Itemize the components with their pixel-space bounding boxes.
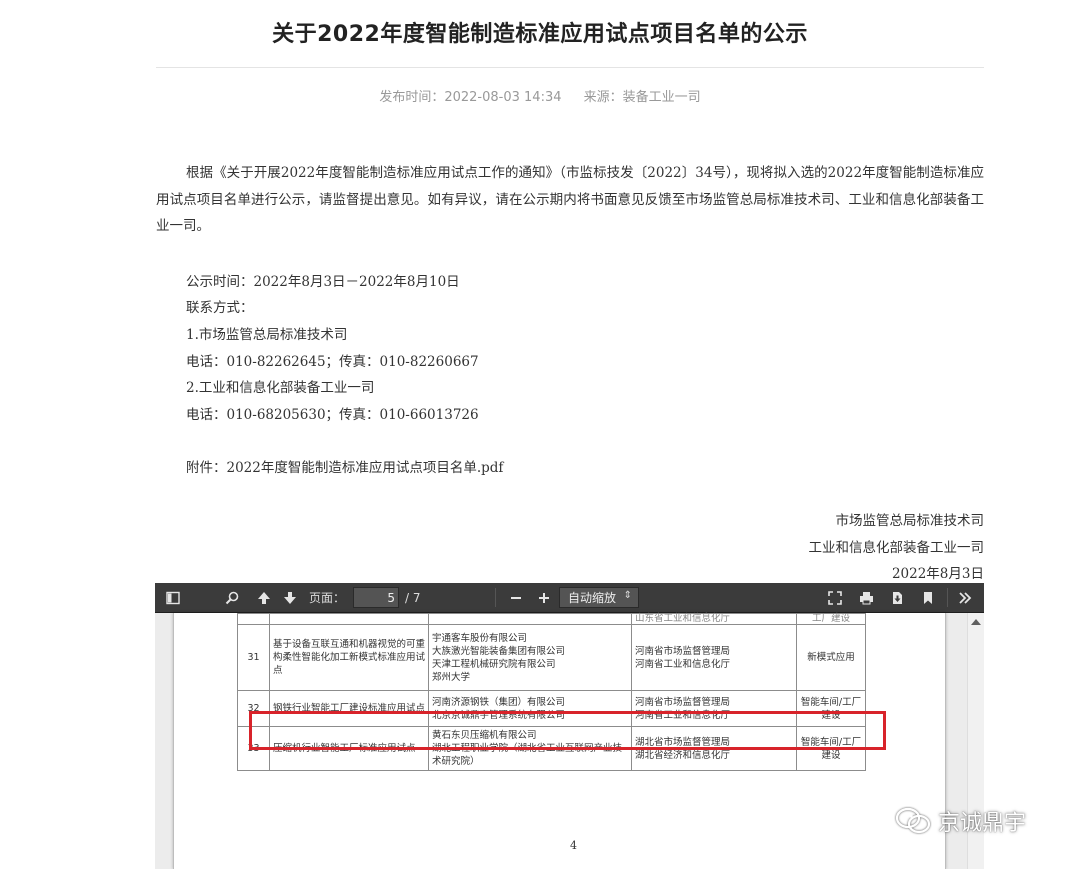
print-icon[interactable] — [855, 583, 877, 612]
table-cell: 工厂建设 — [796, 613, 866, 625]
contact-1-phone: 电话：010-82262645；传真：010-82260667 — [186, 354, 479, 370]
toolbar-divider — [947, 588, 948, 607]
org-item: 河南济源钢铁（集团）有限公司 — [432, 696, 566, 708]
page-total: / 7 — [405, 590, 421, 605]
article-meta: 发布时间：2022-08-03 14:34 来源：装备工业一司 — [0, 86, 1080, 105]
org-item: 大族激光智能装备集团有限公司 — [432, 645, 566, 657]
table-cell — [428, 613, 632, 625]
chevron-updown-icon: ⇕ — [623, 590, 632, 601]
intro-paragraph: 根据《关于开展2022年度智能制造标准应用试点工作的通知》（市监标技发〔2022… — [156, 165, 984, 234]
signature-dept-1: 市场监管总局标准技术司 — [835, 513, 985, 529]
table-row: 山东省工业和信息化厅 工厂建设 — [237, 613, 866, 625]
minus-icon[interactable] — [505, 583, 527, 612]
contact-1-name: 1.市场监管总局标准技术司 — [186, 327, 348, 343]
signature-date: 2022年8月3日 — [891, 566, 984, 582]
download-icon[interactable] — [886, 583, 908, 612]
project-name: 基于设备互联互通和机器视觉的可重构柔性智能化加工新模式标准应用试点 — [269, 624, 429, 691]
table-cell — [269, 613, 429, 625]
table-cell — [237, 613, 270, 625]
org-list: 宇通客车股份有限公司 大族激光智能装备集团有限公司 天津工程机械研究院有限公司 … — [428, 624, 632, 691]
article-source: 来源：装备工业一司 — [583, 90, 701, 105]
table-cell: 山东省工业和信息化厅 — [631, 613, 797, 625]
table-row: 31 基于设备互联互通和机器视觉的可重构柔性智能化加工新模式标准应用试点 宇通客… — [237, 624, 866, 691]
pdf-page-number: 4 — [570, 839, 577, 852]
authority-item: 河南省工业和信息化厅 — [635, 658, 731, 670]
double-chevron-right-icon[interactable] — [954, 583, 976, 612]
notice-period: 公示时间：2022年8月3日－2022年8月10日 — [186, 274, 460, 290]
scroll-up-arrow-icon[interactable] — [971, 619, 981, 625]
pilot-type: 新模式应用 — [796, 624, 866, 691]
org-item: 宇通客车股份有限公司 — [432, 632, 528, 644]
contact-2-name: 2.工业和信息化部装备工业一司 — [186, 380, 375, 396]
wechat-icon — [895, 807, 931, 834]
publish-time: 发布时间：2022-08-03 14:34 — [379, 90, 562, 105]
arrow-up-icon[interactable] — [253, 583, 275, 612]
pdf-toolbar: 页面： / 7 自动缩放 ⇕ — [155, 583, 984, 613]
signature-dept-2: 工业和信息化部装备工业一司 — [808, 540, 985, 556]
title-divider — [156, 67, 984, 68]
org-item: 天津工程机械研究院有限公司 — [432, 658, 556, 670]
page-label: 页面： — [309, 591, 346, 605]
pdf-viewer: 页面： / 7 自动缩放 ⇕ — [155, 583, 984, 869]
highlight-box — [249, 711, 886, 750]
search-icon[interactable] — [221, 583, 243, 612]
org-item: 郑州大学 — [432, 671, 471, 683]
authority-item: 湖北省经济和信息化厅 — [635, 749, 731, 761]
toolbar-divider — [495, 588, 496, 607]
attachment-link[interactable]: 附件：2022年度智能制造标准应用试点项目名单.pdf — [186, 456, 503, 476]
zoom-value: 自动缩放 — [568, 591, 617, 605]
sidebar-toggle-icon[interactable] — [162, 583, 184, 612]
article-title: 关于2022年度智能制造标准应用试点项目名单的公示 — [272, 22, 808, 47]
zoom-select[interactable]: 自动缩放 ⇕ — [559, 587, 639, 608]
bookmark-icon[interactable] — [917, 583, 939, 612]
page-number-input[interactable] — [353, 587, 399, 608]
plus-icon[interactable] — [533, 583, 555, 612]
authority-list: 河南省市场监督管理局 河南省工业和信息化厅 — [631, 624, 797, 691]
fullscreen-icon[interactable] — [824, 583, 846, 612]
row-number: 31 — [237, 624, 270, 691]
watermark-text: 京诚鼎宇 — [938, 811, 1027, 836]
authority-item: 河南省市场监督管理局 — [635, 645, 731, 657]
authority-item: 河南省市场监督管理局 — [635, 696, 731, 708]
contact-heading: 联系方式： — [186, 300, 254, 316]
pdf-page: 山东省工业和信息化厅 工厂建设 31 基于设备互联互通和机器视觉的可重构柔性智能… — [173, 613, 946, 869]
arrow-down-icon[interactable] — [279, 583, 301, 612]
contact-2-phone: 电话：010-68205630；传真：010-66013726 — [186, 407, 479, 423]
watermark: 京诚鼎宇 — [894, 804, 1026, 838]
